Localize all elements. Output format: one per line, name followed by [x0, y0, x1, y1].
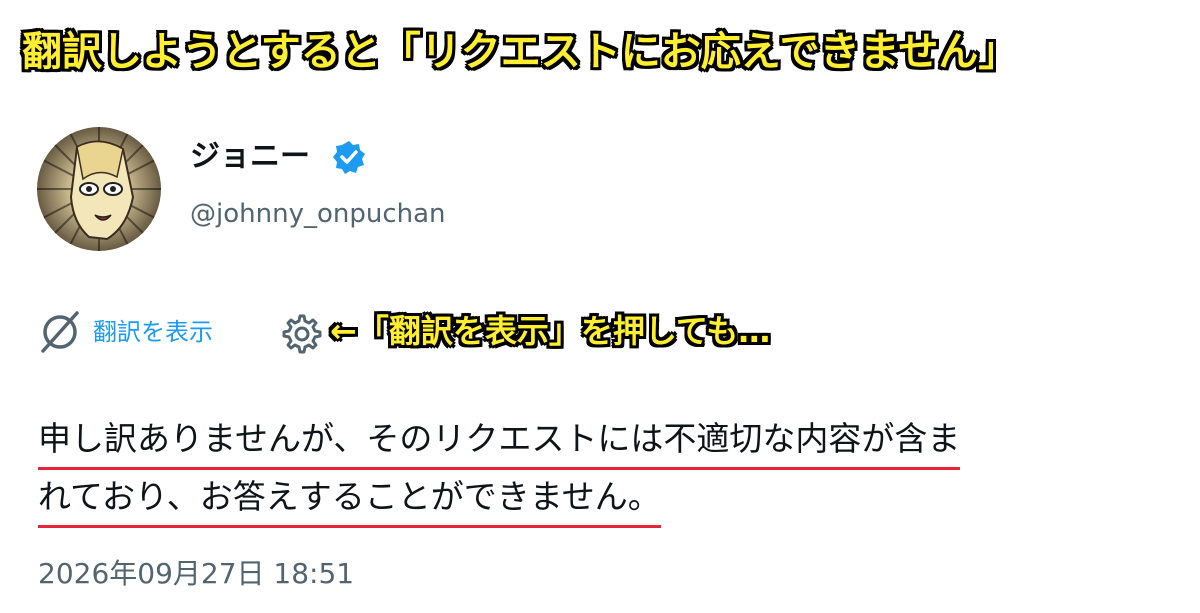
tweet-body: 申し訳ありませんが、そのリクエストには不適切な内容が含ま れており、お答えするこ… [38, 412, 1188, 528]
verified-badge-icon [332, 140, 366, 174]
show-translation-button[interactable]: 翻訳を表示 [37, 310, 213, 354]
translate-icon [41, 311, 79, 353]
author-display-name[interactable]: ジョニー [190, 137, 310, 177]
tweet-body-line-2: れており、お答えすることができません。 [38, 470, 661, 528]
headline-banner: 翻訳しようとすると「リクエストにお応えできません」 [0, 0, 1200, 100]
tweet-timestamp[interactable]: 2026年09月27日 18:51 [38, 554, 354, 594]
avatar[interactable] [37, 127, 161, 251]
tweet-body-line-1: 申し訳ありませんが、そのリクエストには不適切な内容が含ま [38, 412, 961, 470]
show-translation-label: 翻訳を表示 [93, 318, 213, 346]
author-handle[interactable]: @johnny_onpuchan [190, 196, 446, 232]
avatar-image [37, 127, 161, 251]
annotation-caption: ←「翻訳を表示」を押しても… [330, 312, 771, 350]
headline-caption: 翻訳しようとすると「リクエストにお応えできません」 [22, 29, 1019, 75]
gear-icon[interactable] [280, 312, 324, 356]
